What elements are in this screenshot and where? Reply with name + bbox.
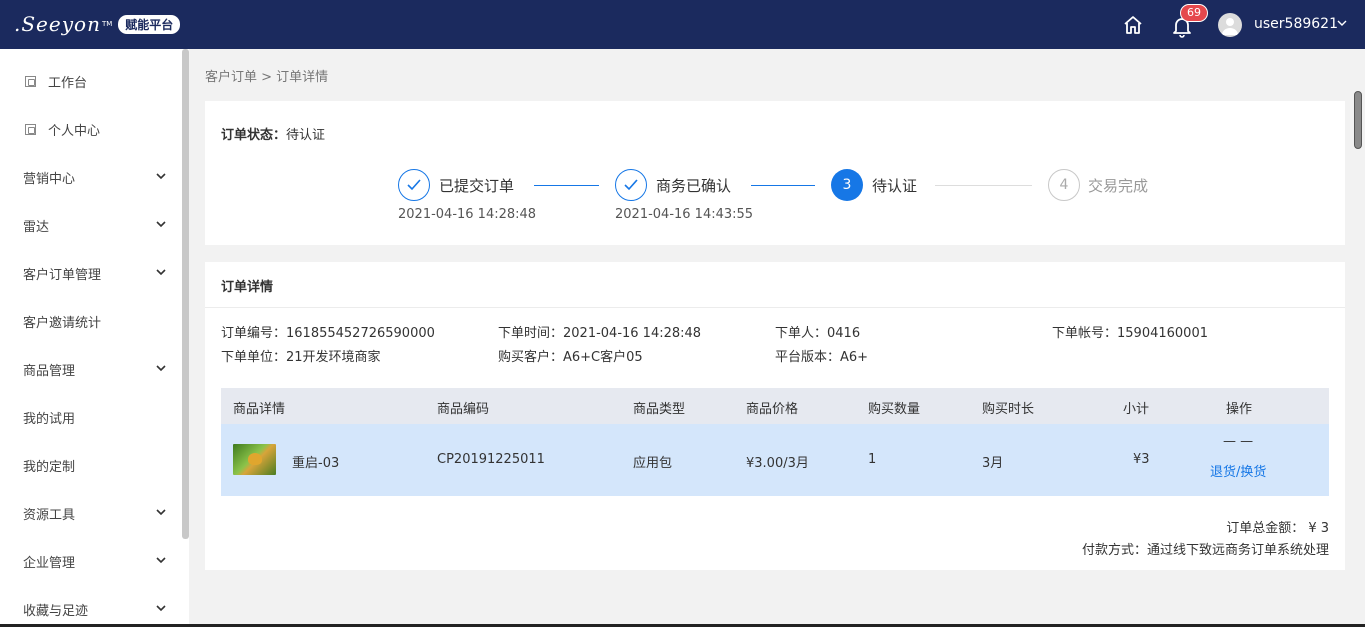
sidebar-item-label: 我的定制 [23, 459, 76, 475]
column-header: 商品价格 [746, 402, 799, 417]
table-header: 商品详情 商品编码 商品类型 商品价格 购买数量 购买时长 小计 操作 [221, 388, 1329, 424]
product-type: 应用包 [633, 456, 673, 471]
step-2-check-icon [615, 169, 647, 201]
section-title: 订单详情 [221, 280, 274, 295]
column-header: 小计 [1123, 402, 1150, 417]
chevron-down-icon [156, 221, 166, 228]
sidebar-item-label: 资源工具 [23, 507, 76, 523]
user-icon [1222, 18, 1238, 35]
order-status-card: 订单状态：待认证 已提交订单 2021-04-16 14:28:48 商务已确认… [205, 101, 1345, 245]
sidebar-item-label: 我的试用 [23, 411, 76, 427]
order-number: 订单编号：161855452726590000 [221, 326, 435, 341]
seeyon-logo[interactable]: .Seeyon TM 赋能平台 [14, 10, 181, 38]
sidebar-item-favorites-history[interactable]: 收藏与足迹 [0, 585, 180, 627]
avatar[interactable] [1218, 13, 1242, 37]
step-2-time: 2021-04-16 14:43:55 [615, 207, 754, 222]
sidebar-item-label: 商品管理 [23, 363, 76, 379]
purchase-customer: 购买客户：A6+C客户05 [498, 350, 643, 365]
order-status-label: 订单状态： [221, 128, 287, 143]
chevron-down-icon [156, 509, 166, 516]
breadcrumb[interactable]: 客户订单 > 订单详情 [205, 66, 328, 85]
chevron-down-icon [156, 173, 166, 180]
purchase-duration: 3月 [982, 456, 1004, 471]
username[interactable]: user589621 [1254, 16, 1338, 32]
step-1-title: 已提交订单 [439, 177, 515, 195]
sidebar-item-radar[interactable]: 雷达 [0, 201, 180, 249]
step-1-time: 2021-04-16 14:28:48 [398, 207, 537, 222]
sidebar-item-marketing[interactable]: 营销中心 [0, 153, 180, 201]
product-name: 重启-03 [292, 456, 340, 471]
step-3-number: 3 [831, 169, 863, 201]
column-header: 购买时长 [982, 402, 1035, 417]
column-header: 商品类型 [633, 402, 686, 417]
column-header: 商品详情 [233, 402, 286, 417]
step-connector [534, 185, 599, 186]
logo-text: .Seeyon [14, 12, 101, 36]
chevron-down-icon [156, 269, 166, 276]
table-row: 重启-03 CP20191225011 应用包 ¥3.00/3月 1 3月 ¥3… [221, 424, 1329, 496]
chevron-down-icon[interactable] [1336, 17, 1348, 29]
sidebar-item-enterprise-management[interactable]: 企业管理 [0, 537, 180, 585]
purchase-quantity: 1 [868, 452, 877, 467]
sidebar-item-label: 客户订单管理 [23, 267, 102, 283]
sidebar-item-my-customization[interactable]: 我的定制 [0, 441, 180, 489]
subtotal: ¥3 [1133, 452, 1150, 467]
sidebar-item-label: 营销中心 [23, 171, 76, 187]
notification-badge: 69 [1180, 4, 1208, 22]
order-status: 订单状态：待认证 [221, 124, 325, 143]
order-account: 下单帐号：15904160001 [1052, 326, 1208, 341]
order-status-value: 待认证 [286, 128, 326, 143]
return-exchange-link[interactable]: 退货/换货 [1210, 461, 1266, 480]
product-code: CP20191225011 [437, 452, 545, 467]
sidebar: 工作台 个人中心 营销中心 雷达 客户订单管理 客户邀请统计 商品管理 我的试用… [0, 49, 189, 627]
sidebar-scrollbar[interactable] [182, 49, 189, 539]
sidebar-item-label: 工作台 [48, 75, 88, 91]
sidebar-item-label: 雷达 [23, 219, 50, 235]
step-connector [935, 185, 1032, 186]
order-detail-card: 订单详情 订单编号：161855452726590000 下单时间：2021-0… [205, 262, 1345, 570]
sidebar-item-label: 收藏与足迹 [23, 603, 89, 619]
step-connector [751, 185, 815, 186]
page-icon [25, 123, 36, 135]
page-icon [25, 75, 36, 87]
divider [205, 307, 1345, 308]
page-scrollbar[interactable] [1354, 91, 1362, 149]
chevron-down-icon [156, 365, 166, 372]
column-header: 商品编码 [437, 402, 490, 417]
step-1-check-icon [398, 169, 430, 201]
sidebar-item-invite-stats[interactable]: 客户邀请统计 [0, 297, 180, 345]
sidebar-item-resource-tools[interactable]: 资源工具 [0, 489, 180, 537]
order-time: 下单时间：2021-04-16 14:28:48 [498, 326, 702, 341]
product-thumbnail [233, 444, 276, 475]
operation-placeholder: — — [1223, 434, 1254, 449]
sidebar-item-product-management[interactable]: 商品管理 [0, 345, 180, 393]
logo-trademark: TM [101, 20, 113, 28]
platform-badge: 赋能平台 [118, 14, 181, 34]
sidebar-item-label: 企业管理 [23, 555, 76, 571]
step-3-title: 待认证 [872, 177, 918, 195]
order-total: 订单总金额： ¥ 3 [1226, 521, 1329, 536]
top-bar: .Seeyon TM 赋能平台 69 user589621 [0, 0, 1365, 49]
product-price: ¥3.00/3月 [746, 456, 809, 471]
platform-version: 平台版本：A6+ [775, 350, 869, 365]
sidebar-item-label: 客户邀请统计 [23, 315, 102, 331]
home-icon[interactable] [1122, 14, 1144, 36]
column-header: 操作 [1226, 402, 1253, 417]
chevron-down-icon [156, 605, 166, 612]
step-4-title: 交易完成 [1088, 177, 1149, 195]
sidebar-item-workbench[interactable]: 工作台 [0, 57, 180, 105]
chevron-down-icon [156, 557, 166, 564]
sidebar-item-personal-center[interactable]: 个人中心 [0, 105, 180, 153]
step-2-title: 商务已确认 [656, 177, 732, 195]
order-unit: 下单单位：21开发环境商家 [221, 350, 381, 365]
orderer: 下单人：0416 [775, 326, 861, 341]
step-4-number: 4 [1048, 169, 1080, 201]
payment-method: 付款方式：通过线下致远商务订单系统处理 [1081, 543, 1329, 558]
sidebar-item-label: 个人中心 [48, 123, 101, 139]
column-header: 购买数量 [868, 402, 921, 417]
sidebar-item-my-trials[interactable]: 我的试用 [0, 393, 180, 441]
sidebar-item-customer-orders[interactable]: 客户订单管理 [0, 249, 180, 297]
